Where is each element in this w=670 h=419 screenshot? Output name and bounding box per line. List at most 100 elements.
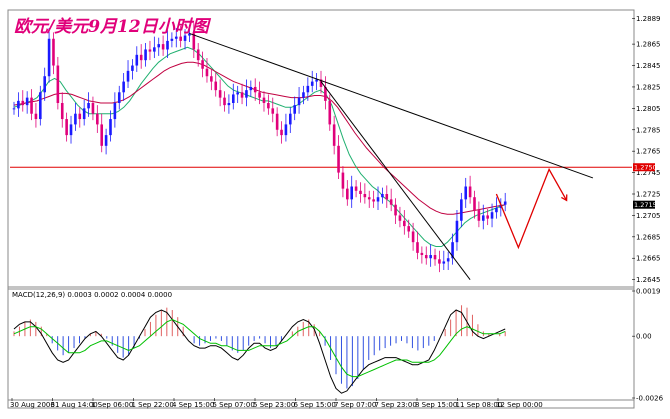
candle-body bbox=[148, 49, 152, 52]
price-tick-label: 1.2805 bbox=[636, 105, 661, 113]
candle-body bbox=[503, 201, 507, 205]
candle-body bbox=[87, 103, 90, 109]
candle-body bbox=[214, 81, 218, 91]
candle-body bbox=[280, 129, 283, 136]
candle-body bbox=[201, 60, 204, 69]
candle-body bbox=[131, 65, 134, 71]
price-tick-label: 1.2845 bbox=[636, 62, 661, 70]
price-chart: 1.2889 1.2865 1.2845 1.2825 1.2805 1.2785 1.27… bbox=[7, 9, 664, 409]
candle-body bbox=[411, 231, 415, 243]
candle-body bbox=[258, 92, 261, 98]
price-tick-label: 1.2825 bbox=[636, 83, 661, 91]
candle-body bbox=[363, 194, 367, 198]
candle-body bbox=[407, 226, 411, 232]
candle-body bbox=[236, 92, 239, 95]
candle-body bbox=[96, 113, 99, 125]
candle-body bbox=[376, 197, 380, 202]
macd-tick-label: 0.00 bbox=[636, 333, 652, 341]
macd-panel bbox=[7, 288, 635, 401]
candle-body bbox=[135, 54, 139, 66]
candle-body bbox=[113, 103, 117, 120]
candle-body bbox=[429, 255, 432, 259]
candle-body bbox=[223, 97, 226, 106]
candle-body bbox=[231, 94, 235, 103]
candle-body bbox=[60, 103, 64, 120]
candle-body bbox=[341, 172, 345, 189]
candle-body bbox=[289, 113, 292, 125]
current-price-tag: 1.2715 bbox=[634, 201, 657, 209]
time-tick-label: 12 Sep 00:00 bbox=[496, 401, 543, 409]
candle-body bbox=[74, 113, 77, 125]
candle-body bbox=[367, 197, 371, 200]
candle-body bbox=[481, 215, 485, 221]
time-tick-label: 30 Aug 2006 bbox=[10, 401, 55, 409]
candle-body bbox=[21, 100, 25, 106]
candle-body bbox=[420, 252, 424, 256]
macd-tick-label: 0.0019 bbox=[636, 288, 661, 296]
candle-body bbox=[381, 194, 384, 198]
candle-body bbox=[267, 103, 270, 109]
candle-body bbox=[477, 210, 481, 221]
candle-body bbox=[117, 92, 121, 103]
candle-body bbox=[196, 49, 200, 61]
candle-body bbox=[25, 97, 29, 106]
candle-body bbox=[394, 204, 397, 216]
candle-body bbox=[332, 124, 336, 146]
candle-body bbox=[166, 40, 169, 50]
candle-body bbox=[389, 199, 393, 205]
price-axis: 1.2889 1.2865 1.2845 1.2825 1.2805 1.2785 1.27… bbox=[632, 15, 661, 284]
candle-body bbox=[398, 215, 402, 221]
candle-body bbox=[245, 90, 248, 98]
candle-body bbox=[297, 97, 301, 106]
candle-body bbox=[139, 54, 143, 61]
price-tick-label: 1.2685 bbox=[636, 233, 661, 241]
candle-body bbox=[43, 76, 46, 93]
candle-body bbox=[17, 100, 20, 109]
candle-body bbox=[337, 145, 340, 173]
candle-body bbox=[69, 124, 73, 136]
macd-label: MACD(12,26,9) 0.0003 0.0002 0.0004 0.000… bbox=[12, 291, 172, 299]
candle-body bbox=[82, 108, 86, 120]
candle-body bbox=[157, 44, 161, 48]
time-tick-label: 5 Sep 23:00 bbox=[253, 401, 295, 409]
candle-body bbox=[284, 124, 288, 136]
candle-body bbox=[350, 186, 353, 200]
candle-body bbox=[310, 81, 314, 86]
candle-body bbox=[473, 197, 476, 211]
price-tick-label: 1.2865 bbox=[636, 41, 661, 49]
candle-body bbox=[34, 113, 38, 120]
chart-window: 1.2889 1.2865 1.2845 1.2825 1.2805 1.2785 1.27… bbox=[0, 0, 670, 419]
candle-body bbox=[12, 108, 16, 110]
candle-body bbox=[262, 97, 266, 103]
candle-body bbox=[179, 36, 182, 41]
candle-body bbox=[372, 199, 375, 202]
candle-body bbox=[495, 207, 498, 213]
candle-body bbox=[403, 220, 406, 227]
price-tick-label: 1.2889 bbox=[636, 15, 661, 23]
candle-body bbox=[240, 92, 244, 98]
candle-body bbox=[302, 92, 305, 98]
macd-tick-label: -0.0026 bbox=[636, 395, 664, 403]
candle-body bbox=[39, 92, 42, 120]
candle-body bbox=[56, 65, 60, 103]
candle-body bbox=[144, 49, 147, 61]
candle-body bbox=[464, 186, 468, 200]
resistance-price-tag: 1.2750 bbox=[634, 164, 657, 172]
time-tick-label: 1 Sep 06:00 bbox=[91, 401, 133, 409]
candle-body bbox=[416, 242, 419, 253]
candle-body bbox=[249, 86, 253, 91]
price-tick-label: 1.2705 bbox=[636, 212, 661, 220]
time-tick-label: 7 Sep 07:00 bbox=[334, 401, 376, 409]
candle-body bbox=[490, 212, 494, 219]
candle-body bbox=[122, 81, 125, 93]
candle-body bbox=[104, 135, 108, 146]
candle-body bbox=[65, 119, 68, 136]
candle-body bbox=[161, 44, 165, 50]
candle-body bbox=[126, 70, 130, 82]
candle-body bbox=[442, 261, 446, 264]
candle-body bbox=[455, 220, 459, 243]
candle-body bbox=[109, 119, 112, 136]
candle-body bbox=[253, 86, 257, 93]
candle-body bbox=[210, 76, 213, 82]
candle-body bbox=[354, 186, 358, 191]
